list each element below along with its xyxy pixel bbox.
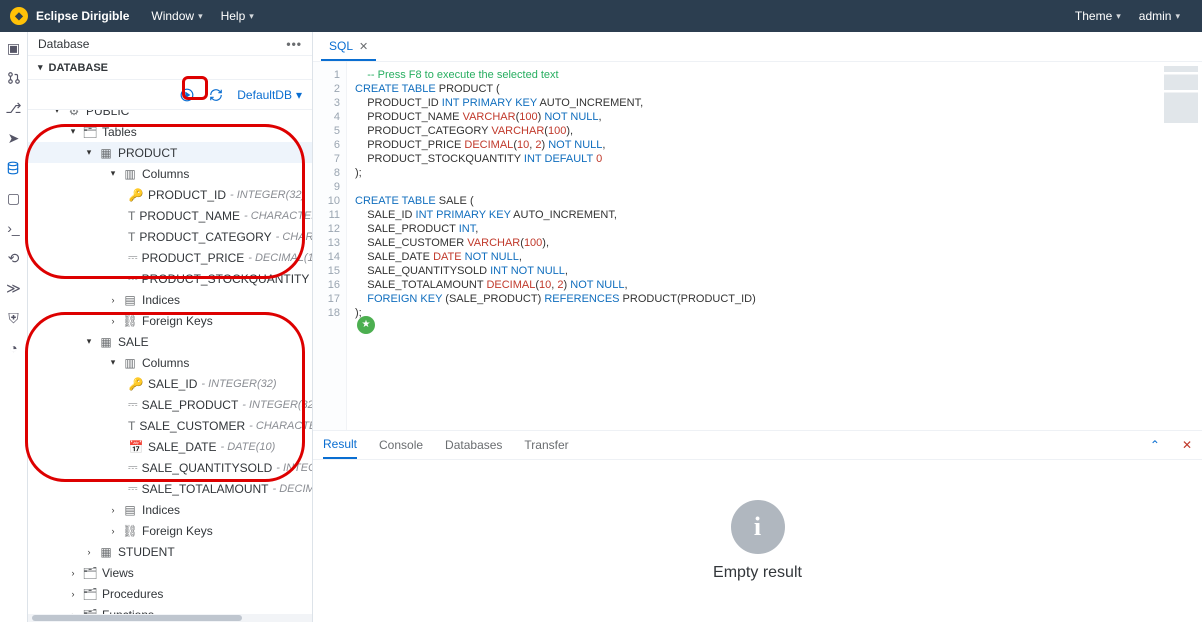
- chevron-down-icon: ▾: [1175, 11, 1180, 22]
- columns-node[interactable]: ▾▥Columns: [28, 163, 312, 184]
- result-panel: i Empty result: [313, 460, 1202, 622]
- indices-node[interactable]: ›▤Indices: [28, 289, 312, 310]
- table-sale[interactable]: ▾▦SALE: [28, 331, 312, 352]
- fkeys-node[interactable]: ›⛓Foreign Keys: [28, 310, 312, 331]
- panel-more-icon[interactable]: •••: [286, 37, 302, 51]
- brand-icon: ◆: [10, 7, 28, 25]
- tab-transfer[interactable]: Transfer: [524, 432, 568, 458]
- views-node[interactable]: ›🗂Views: [28, 562, 312, 583]
- rail-shield-icon[interactable]: ⛨: [4, 308, 24, 328]
- table-product[interactable]: ▾▦PRODUCT: [28, 142, 312, 163]
- minimap[interactable]: [1164, 66, 1198, 126]
- rail-arrow-icon[interactable]: ➤: [4, 128, 24, 148]
- top-bar: ◆ Eclipse Dirigible Window▾ Help▾ Theme▾…: [0, 0, 1202, 32]
- tab-sql[interactable]: SQL ✕: [321, 33, 376, 61]
- rail-git-icon[interactable]: [4, 68, 24, 88]
- lightbulb-icon[interactable]: ★: [357, 316, 375, 334]
- rail-history-icon[interactable]: ⟲: [4, 248, 24, 268]
- info-icon: i: [731, 500, 785, 554]
- column-product_name[interactable]: TPRODUCT_NAME - CHARACTER VARYING(100): [28, 205, 312, 226]
- procedures-node[interactable]: ›🗂Procedures: [28, 583, 312, 604]
- rail-branch-icon[interactable]: ⎇: [4, 98, 24, 118]
- fkeys-node[interactable]: ›⛓Foreign Keys: [28, 520, 312, 541]
- chevron-down-icon: ▾: [1116, 11, 1121, 22]
- column-product_stockquantity[interactable]: ⎓PRODUCT_STOCKQUANTITY - INTEGER(32): [28, 268, 312, 289]
- column-sale_quantitysold[interactable]: ⎓SALE_QUANTITYSOLD - INTEGER(32): [28, 457, 312, 478]
- database-select[interactable]: DefaultDB▾: [233, 88, 306, 102]
- menu-window[interactable]: Window▾: [145, 5, 208, 27]
- tab-databases[interactable]: Databases: [445, 432, 502, 458]
- close-icon[interactable]: ✕: [359, 40, 368, 53]
- rail-terminal-icon[interactable]: ›_: [4, 218, 24, 238]
- database-tree: ▾⚙PUBLIC ▾🗂Tables ▾▦PRODUCT ▾▥Columns 🔑P…: [28, 110, 312, 614]
- brand-text: Eclipse Dirigible: [36, 9, 129, 23]
- tree-scrollbar[interactable]: [28, 614, 312, 622]
- bottom-tabs: Result Console Databases Transfer ⌃ ✕: [313, 430, 1202, 460]
- column-product_price[interactable]: ⎓PRODUCT_PRICE - DECIMAL(10): [28, 247, 312, 268]
- functions-node[interactable]: ›🗂Functions: [28, 604, 312, 614]
- chevron-down-icon: ▾: [198, 11, 203, 22]
- code-editor[interactable]: 123456789101112131415161718 -- Press F8 …: [313, 62, 1202, 430]
- rail-flow-icon[interactable]: ≫: [4, 278, 24, 298]
- menu-theme[interactable]: Theme▾: [1069, 5, 1127, 27]
- chevron-down-icon[interactable]: ▾: [38, 62, 43, 73]
- menu-user[interactable]: admin▾: [1133, 5, 1186, 27]
- tab-console[interactable]: Console: [379, 432, 423, 458]
- indices-node[interactable]: ›▤Indices: [28, 499, 312, 520]
- chevron-down-icon: ▾: [296, 88, 302, 102]
- columns-node[interactable]: ▾▥Columns: [28, 352, 312, 373]
- menu-help[interactable]: Help▾: [215, 5, 260, 27]
- rail-database-icon[interactable]: [0, 158, 28, 178]
- table-student[interactable]: ›▦STUDENT: [28, 541, 312, 562]
- editor-area: SQL ✕ 123456789101112131415161718 -- Pre…: [313, 32, 1202, 622]
- column-sale_totalamount[interactable]: ⎓SALE_TOTALAMOUNT - DECIMAL(10): [28, 478, 312, 499]
- empty-result-text: Empty result: [713, 564, 802, 582]
- execute-button[interactable]: [175, 83, 199, 107]
- close-icon[interactable]: ✕: [1182, 438, 1192, 452]
- tab-result[interactable]: Result: [323, 431, 357, 459]
- rail-gauge-icon[interactable]: ◔: [4, 338, 24, 358]
- tables-node[interactable]: ▾🗂Tables: [28, 121, 312, 142]
- panel-title: Database: [38, 37, 89, 51]
- rail-workbench-icon[interactable]: ▣: [4, 38, 24, 58]
- column-product_id[interactable]: 🔑PRODUCT_ID - INTEGER(32): [28, 184, 312, 205]
- chevron-down-icon: ▾: [249, 11, 254, 22]
- database-panel: Database ••• ▾ DATABASE DefaultDB▾ ▾⚙PUB…: [28, 32, 313, 622]
- column-sale_id[interactable]: 🔑SALE_ID - INTEGER(32): [28, 373, 312, 394]
- schema-node[interactable]: ▾⚙PUBLIC: [28, 110, 312, 121]
- collapse-icon[interactable]: ⌃: [1150, 438, 1160, 452]
- column-sale_date[interactable]: 📅SALE_DATE - DATE(10): [28, 436, 312, 457]
- column-sale_customer[interactable]: TSALE_CUSTOMER - CHARACTER VARYING(100): [28, 415, 312, 436]
- column-sale_product[interactable]: ⎓SALE_PRODUCT - INTEGER(32): [28, 394, 312, 415]
- rail-image-icon[interactable]: ▢: [4, 188, 24, 208]
- editor-tabs: SQL ✕: [313, 32, 1202, 62]
- column-product_category[interactable]: TPRODUCT_CATEGORY - CHARACTER VARYING: [28, 226, 312, 247]
- refresh-button[interactable]: [205, 84, 227, 106]
- section-label: DATABASE: [49, 62, 108, 74]
- activity-rail: ▣ ⎇ ➤ ▢ ›_ ⟲ ≫ ⛨ ◔: [0, 32, 28, 622]
